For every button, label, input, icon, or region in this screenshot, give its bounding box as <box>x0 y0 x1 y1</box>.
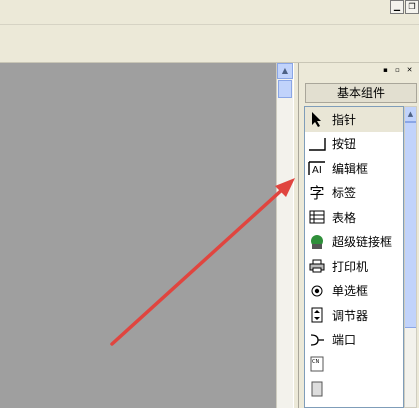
hyperlink-icon <box>308 233 326 251</box>
editbox-icon: AI <box>308 159 326 177</box>
list-scrollbar[interactable]: ▲ <box>404 106 417 408</box>
server-icon <box>308 380 326 398</box>
design-canvas[interactable] <box>0 63 276 408</box>
pin-icon[interactable]: ▪ <box>381 66 390 75</box>
list-item[interactable]: 打印机 <box>305 254 403 279</box>
list-item[interactable]: 超级链接框 <box>305 230 403 255</box>
table-icon <box>308 208 326 226</box>
list-item[interactable]: 表格 <box>305 205 403 230</box>
toolbar-area <box>0 14 419 63</box>
close-icon[interactable]: ✕ <box>405 66 414 75</box>
svg-text:AI: AI <box>312 165 322 176</box>
scroll-up-icon[interactable]: ▲ <box>277 63 293 79</box>
list-item[interactable]: 按钮 <box>305 132 403 157</box>
printer-icon <box>308 257 326 275</box>
scroll-up-icon[interactable]: ▲ <box>405 107 416 122</box>
list-item[interactable] <box>305 377 403 402</box>
component-list: 指针 按钮 AI 编辑框 字 标签 表格 超级链接框 打印机 单选框 调节器 端… <box>304 106 404 408</box>
canvas-scrollbar[interactable]: ▲ <box>276 63 293 408</box>
list-item[interactable]: CN <box>305 352 403 377</box>
label-icon: 字 <box>309 184 325 203</box>
spinner-icon <box>308 306 326 324</box>
list-item[interactable]: 指针 <box>305 107 403 132</box>
scroll-thumb[interactable] <box>278 80 292 98</box>
panel-titlebar: ▪ ▫ ✕ <box>299 63 419 77</box>
button-icon <box>308 135 326 153</box>
ime-icon: CN <box>308 355 326 373</box>
list-item[interactable]: AI 编辑框 <box>305 156 403 181</box>
radio-icon <box>308 282 326 300</box>
list-scroll-thumb[interactable] <box>405 122 416 328</box>
svg-text:CN: CN <box>312 359 319 365</box>
scroll-icon <box>308 404 326 407</box>
maximize-icon[interactable]: ▫ <box>393 66 402 75</box>
list-item[interactable]: 端口 <box>305 328 403 353</box>
restore-icon[interactable]: ❐ <box>405 0 419 14</box>
window-controls: ▁ ❐ <box>390 0 419 14</box>
list-item[interactable]: 调节器 <box>305 303 403 328</box>
pointer-icon <box>308 110 326 128</box>
list-item[interactable] <box>305 401 403 407</box>
port-icon <box>308 331 326 349</box>
minimize-icon[interactable]: ▁ <box>390 0 404 14</box>
list-item[interactable]: 单选框 <box>305 279 403 304</box>
panel-header[interactable]: 基本组件 <box>305 83 417 103</box>
list-item[interactable]: 字 标签 <box>305 181 403 206</box>
